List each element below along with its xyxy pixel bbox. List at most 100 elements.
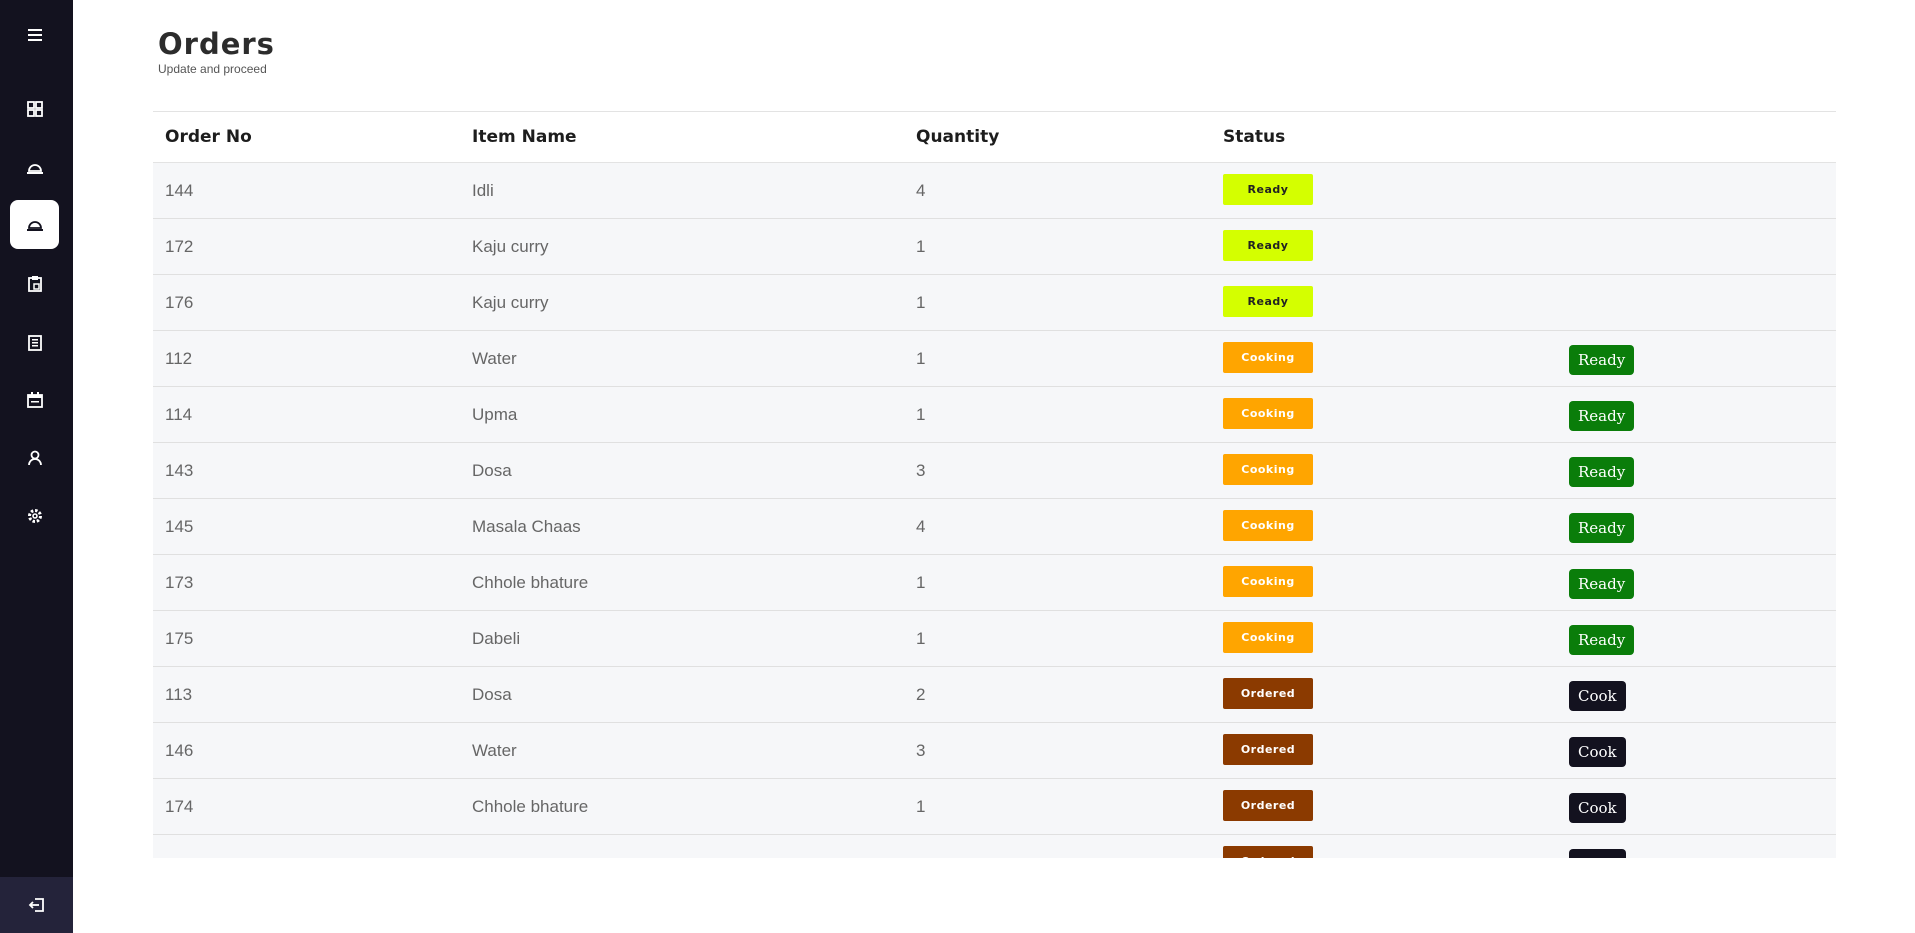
- cloche-icon: [26, 220, 43, 231]
- page-subtitle: Update and proceed: [158, 62, 267, 76]
- dashboard-icon: [26, 100, 43, 117]
- sidebar-item-dashboard[interactable]: [10, 84, 59, 133]
- table-row: 175 Dabeli 1 Cooking Ready: [153, 611, 1836, 667]
- item-name-cell: Kaju curry: [472, 293, 549, 312]
- mark-ready-button[interactable]: Ready: [1569, 513, 1635, 543]
- status-badge: Ordered: [1223, 734, 1313, 765]
- order-no-cell: 146: [165, 741, 194, 760]
- quantity-cell: 3: [916, 741, 926, 760]
- mark-ready-button[interactable]: Ready: [1569, 345, 1635, 375]
- mark-ready-button[interactable]: Ready: [1569, 569, 1635, 599]
- table-row: 176 Kaju curry 1 Ready: [153, 275, 1836, 331]
- gear-icon: [27, 508, 42, 523]
- page-title: Orders: [158, 27, 275, 61]
- status-badge: Cooking: [1223, 454, 1313, 485]
- order-no-cell: 175: [165, 629, 194, 648]
- order-no-cell: 172: [165, 237, 194, 256]
- table-row: 114 Upma 1 Cooking Ready: [153, 387, 1836, 443]
- quantity-cell: 1: [916, 293, 926, 312]
- quantity-cell: 1: [916, 573, 926, 592]
- status-badge: Cooking: [1223, 342, 1313, 373]
- order-no-cell: 176: [165, 293, 194, 312]
- status-badge: Cooking: [1223, 510, 1313, 541]
- status-badge: Cooking: [1223, 622, 1313, 653]
- order-no-cell: 145: [165, 517, 194, 536]
- item-name-cell: Chhole bhature: [472, 573, 589, 592]
- cook-button[interactable]: Cook: [1569, 681, 1626, 711]
- page-header: Orders Update and proceed: [158, 26, 275, 76]
- order-no-cell: 112: [165, 349, 193, 368]
- cook-button[interactable]: Cook: [1569, 793, 1626, 823]
- status-badge: Cooking: [1223, 398, 1313, 429]
- quantity-cell: 1: [916, 629, 926, 648]
- table-header: Order No Item Name Quantity Status: [153, 111, 1836, 163]
- status-badge: Ordered: [1223, 678, 1313, 709]
- sidebar-item-inventory[interactable]: [10, 259, 59, 308]
- quantity-cell: 1: [916, 405, 926, 424]
- user-icon: [27, 450, 42, 465]
- quantity-cell: 4: [916, 181, 926, 200]
- cloche-icon: [26, 163, 43, 174]
- item-name-cell: Water: [472, 741, 517, 760]
- table-row: 143 Dosa 3 Cooking Ready: [153, 443, 1836, 499]
- status-badge: Ordered: [1223, 790, 1313, 821]
- item-name-cell: Chhole bhature: [472, 797, 589, 816]
- book-icon: [27, 334, 42, 351]
- table-row: 173 Chhole bhature 1 Cooking Ready: [153, 555, 1836, 611]
- column-header-status: Status: [1223, 127, 1286, 147]
- sidebar-item-calendar[interactable]: [10, 375, 59, 424]
- calendar-icon: [26, 391, 43, 408]
- status-badge: Ready: [1223, 174, 1313, 205]
- mark-ready-button[interactable]: Ready: [1569, 457, 1635, 487]
- status-badge: Ready: [1223, 230, 1313, 261]
- orders-table[interactable]: Order No Item Name Quantity Status 144 Id…: [153, 111, 1836, 858]
- table-row: 172 Kaju curry 1 Ready: [153, 219, 1836, 275]
- sidebar-item-menu[interactable]: [10, 143, 59, 192]
- sidebar: [0, 0, 73, 933]
- quantity-cell: 4: [916, 517, 926, 536]
- cook-button[interactable]: Cook: [1569, 849, 1626, 858]
- sidebar-item-profile[interactable]: [10, 433, 59, 482]
- quantity-cell: 1: [916, 349, 926, 368]
- sidebar-item-reports[interactable]: [10, 318, 59, 367]
- menu-icon: [27, 28, 42, 41]
- quantity-cell: 3: [916, 461, 926, 480]
- column-header-order-no: Order No: [165, 127, 252, 147]
- table-row: 144 Idli 4 Ready: [153, 163, 1836, 219]
- table-row: 145 Masala Chaas 4 Cooking Ready: [153, 499, 1836, 555]
- item-name-cell: Dosa: [472, 685, 512, 704]
- table-row: 112 Water 1 Cooking Ready: [153, 331, 1836, 387]
- item-name-cell: Water: [472, 349, 517, 368]
- logout-icon: [28, 898, 44, 912]
- item-name-cell: Kaju curry: [472, 237, 549, 256]
- table-row: 174 Chhole bhature 1 Ordered Cook: [153, 779, 1836, 835]
- logout-button[interactable]: [0, 877, 73, 933]
- table-row: Ordered Cook: [153, 835, 1836, 858]
- status-badge: Cooking: [1223, 566, 1313, 597]
- table-row: 113 Dosa 2 Ordered Cook: [153, 667, 1836, 723]
- clipboard-icon: [27, 275, 42, 292]
- column-header-quantity: Quantity: [916, 127, 1000, 147]
- table-row: 146 Water 3 Ordered Cook: [153, 723, 1836, 779]
- order-no-cell: 144: [165, 181, 194, 200]
- order-no-cell: 143: [165, 461, 194, 480]
- cook-button[interactable]: Cook: [1569, 737, 1626, 767]
- column-header-item-name: Item Name: [472, 127, 577, 147]
- item-name-cell: Masala Chaas: [472, 517, 581, 536]
- quantity-cell: 1: [916, 797, 926, 816]
- item-name-cell: Idli: [472, 181, 494, 200]
- item-name-cell: Dosa: [472, 461, 512, 480]
- mark-ready-button[interactable]: Ready: [1569, 401, 1635, 431]
- status-badge: Ready: [1223, 286, 1313, 317]
- order-no-cell: 174: [165, 797, 194, 816]
- quantity-cell: 1: [916, 237, 926, 256]
- status-badge: Ordered: [1223, 846, 1313, 858]
- sidebar-item-settings[interactable]: [10, 491, 59, 540]
- order-no-cell: 173: [165, 573, 194, 592]
- quantity-cell: 2: [916, 685, 926, 704]
- menu-button[interactable]: [10, 10, 59, 59]
- item-name-cell: Upma: [472, 405, 518, 424]
- item-name-cell: Dabeli: [472, 629, 521, 648]
- mark-ready-button[interactable]: Ready: [1569, 625, 1635, 655]
- sidebar-item-orders[interactable]: [10, 200, 59, 249]
